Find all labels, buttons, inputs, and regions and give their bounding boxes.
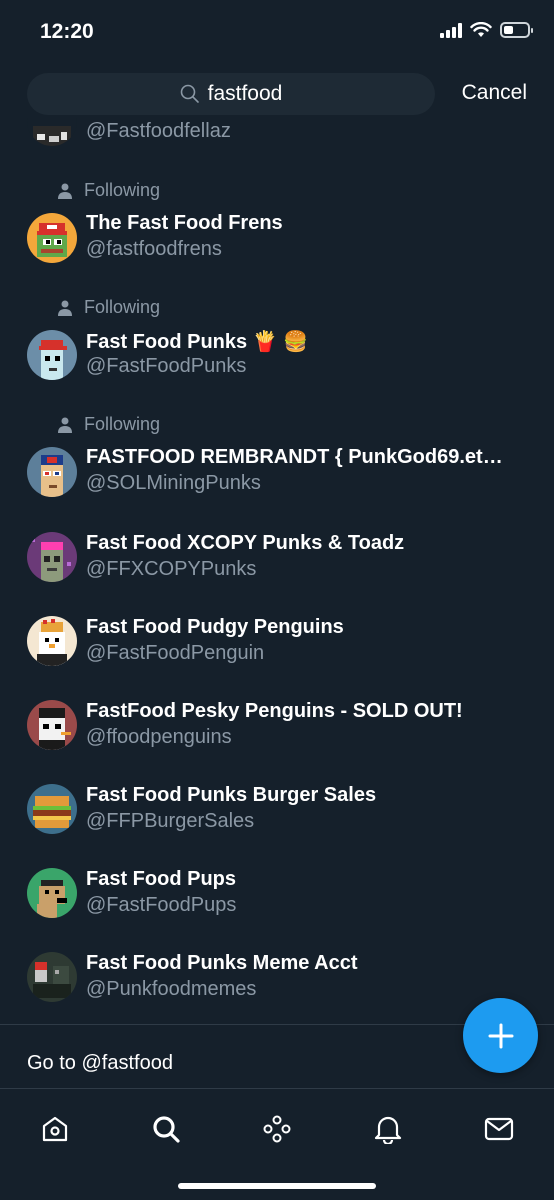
following-indicator: Following [58,414,160,435]
avatar [27,213,77,263]
avatar [27,532,77,582]
following-indicator: Following [58,180,160,201]
result-handle: @Punkfoodmemes [86,978,257,1000]
list-item[interactable]: Fast Food Pups @FastFoodPups [0,864,554,924]
list-item[interactable]: Following The Fast Food Frens @fastfoodf… [0,180,554,270]
search-icon [153,1116,180,1143]
avatar [27,784,77,834]
result-handle: @Fastfoodfellaz [86,120,231,142]
tab-notifications[interactable] [368,1109,408,1149]
avatar [27,868,77,918]
tab-home[interactable] [35,1109,75,1149]
avatar [27,616,77,666]
spaces-icon [263,1115,291,1143]
avatar [27,447,77,497]
messages-icon [484,1117,514,1141]
cellular-signal-icon [440,22,462,38]
person-icon [58,417,72,433]
search-icon [180,84,199,103]
result-handle: @ffoodpenguins [86,726,232,748]
search-row: fastfood Cancel [0,73,554,115]
result-handle: @FastFoodPunks [86,355,247,377]
result-name: FASTFOOD REMBRANDT { PunkGod69.et… [86,446,503,468]
following-indicator: Following [58,297,160,318]
tab-search[interactable] [146,1109,186,1149]
list-item[interactable]: Fast Food Punks Meme Acct @Punkfoodmemes [0,948,554,1008]
result-name: Fast Food Pudgy Penguins [86,616,344,638]
battery-icon [500,22,533,38]
result-name: Fast Food XCOPY Punks & Toadz [86,532,405,554]
person-icon [58,300,72,316]
result-handle: @FastFoodPenguin [86,642,265,664]
avatar [27,330,77,380]
search-query: fastfood [207,82,283,105]
result-handle: @FFPBurgerSales [86,810,255,832]
status-time: 12:20 [40,20,94,43]
tab-spaces[interactable] [257,1109,297,1149]
result-name: Fast Food Pups [86,868,236,890]
tab-messages[interactable] [479,1109,519,1149]
search-input[interactable]: fastfood [27,73,435,115]
status-icons [440,22,533,38]
list-item[interactable]: @Fastfoodfellaz [0,118,554,148]
list-item[interactable]: Fast Food Punks Burger Sales @FFPBurgerS… [0,780,554,840]
home-indicator [178,1183,376,1189]
notifications-icon [374,1116,402,1144]
avatar [27,118,77,146]
list-item[interactable]: Fast Food XCOPY Punks & Toadz @FFXCOPYPu… [0,528,554,588]
avatar [27,952,77,1002]
status-bar: 12:20 [0,0,554,64]
result-handle: @fastfoodfrens [86,238,222,260]
result-name: Fast Food Punks 🍟 🍔 [86,331,309,353]
compose-button[interactable] [463,998,538,1073]
plus-icon [488,1023,513,1048]
result-name: FastFood Pesky Penguins - SOLD OUT! [86,700,463,722]
result-handle: @SOLMiningPunks [86,472,261,494]
home-icon [42,1116,68,1142]
list-item[interactable]: FastFood Pesky Penguins - SOLD OUT! @ffo… [0,696,554,756]
result-handle: @FFXCOPYPunks [86,558,257,580]
result-name: The Fast Food Frens [86,212,283,234]
cancel-button[interactable]: Cancel [462,81,527,105]
following-label: Following [84,414,161,434]
list-item[interactable]: Following FASTFOOD REMBRANDT { PunkGod69… [0,414,554,504]
result-handle: @FastFoodPups [86,894,237,916]
go-to-profile-link[interactable]: Go to @fastfood [27,1052,173,1075]
following-label: Following [84,297,161,317]
result-name: Fast Food Punks Burger Sales [86,784,377,806]
list-item[interactable]: Following Fast Food Punks 🍟 🍔 @FastFoodP… [0,297,554,387]
result-name: Fast Food Punks Meme Acct [86,952,358,974]
wifi-icon [470,22,492,37]
following-label: Following [84,180,161,200]
person-icon [58,183,72,199]
avatar [27,700,77,750]
list-item[interactable]: Fast Food Pudgy Penguins @FastFoodPengui… [0,612,554,672]
